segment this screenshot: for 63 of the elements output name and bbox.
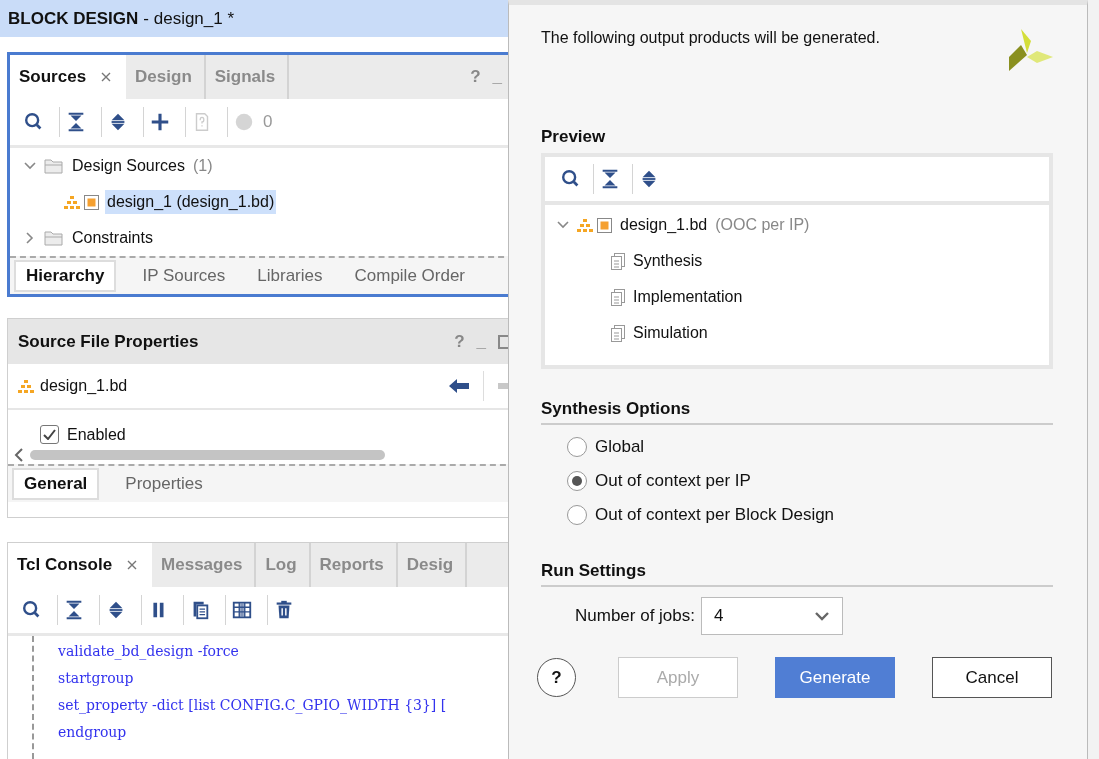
console-line: endgroup: [58, 723, 128, 742]
folder-icon: [44, 157, 64, 175]
dialog-button[interactable]: Cancel: [932, 657, 1052, 698]
window-subtitle: - design_1 *: [143, 8, 235, 29]
radio-button[interactable]: [567, 471, 587, 491]
hierarchy-icon: [64, 194, 80, 209]
radio-button[interactable]: [567, 437, 587, 457]
checkbox-label: Enabled: [67, 425, 126, 444]
tree-item[interactable]: Synthesis: [631, 249, 705, 273]
tree-item[interactable]: Simulation: [631, 321, 710, 345]
item-note: (OOC per IP): [715, 216, 810, 234]
document-icon: [611, 252, 625, 270]
radio-option[interactable]: Out of context per Block Design: [567, 505, 1053, 525]
close-icon[interactable]: [100, 71, 113, 83]
folder-icon: [44, 229, 64, 247]
block-icon: [597, 217, 612, 233]
status-count: 0: [263, 112, 273, 132]
field-label: Number of jobs:: [575, 606, 695, 626]
add-icon[interactable]: [149, 111, 171, 133]
view-tab[interactable]: Hierarchy: [14, 260, 117, 292]
dialog-message: The following output products will be generated.: [541, 29, 880, 48]
back-arrow-icon[interactable]: [449, 379, 469, 393]
scrollbar-thumb[interactable]: [30, 450, 385, 460]
tree-item[interactable]: Design Sources: [70, 154, 187, 178]
document-icon: [611, 324, 625, 342]
radio-option[interactable]: Global: [567, 437, 1053, 457]
panel-title: Source File Properties: [18, 331, 199, 352]
checkmark-icon: [43, 429, 56, 440]
panel-tab[interactable]: Sources: [10, 55, 127, 99]
tree-item[interactable]: Constraints: [70, 226, 155, 250]
view-tab[interactable]: General: [12, 468, 100, 500]
section-title: Preview: [541, 127, 607, 147]
maximize-icon: [498, 334, 508, 349]
hierarchy-icon: [577, 217, 593, 232]
help-button[interactable]: ?: [537, 658, 576, 697]
tree-item[interactable]: Implementation: [631, 285, 745, 309]
item-count: (1): [192, 157, 213, 175]
tree-item[interactable]: design_1 (design_1.bd): [105, 190, 277, 214]
checkbox[interactable]: [40, 425, 59, 444]
file-name: design_1.bd: [40, 377, 128, 395]
view-tab[interactable]: Libraries: [245, 260, 335, 292]
section-title: Synthesis Options: [541, 399, 1053, 425]
block-icon: [84, 194, 99, 210]
view-tab[interactable]: Properties: [113, 468, 215, 500]
dialog-button[interactable]: Generate: [775, 657, 895, 698]
scroll-left-icon: [14, 448, 24, 462]
view-tab[interactable]: Compile Order: [342, 260, 478, 292]
view-tab[interactable]: IP Sources: [130, 260, 238, 292]
chevron-down-icon: [814, 611, 830, 621]
radio-option[interactable]: Out of context per IP: [567, 471, 1053, 491]
close-icon[interactable]: [126, 559, 139, 571]
console-line: startgroup: [58, 669, 135, 688]
panel-tab[interactable]: Tcl Console: [8, 543, 153, 587]
tree-item[interactable]: design_1.bd: [618, 213, 710, 237]
console-line: validate_bd_design -force: [58, 642, 240, 662]
jobs-dropdown[interactable]: 4: [701, 597, 843, 635]
document-icon: [611, 288, 625, 306]
section-title: Run Settings: [541, 561, 1053, 587]
hierarchy-icon: [18, 379, 34, 393]
console-line: set_property -dict [list CONFIG.C_GPIO_WIDTH {3}] [: [58, 696, 448, 716]
radio-button[interactable]: [567, 505, 587, 525]
window-title: BLOCK DESIGN: [8, 8, 139, 29]
columns-icon[interactable]: [231, 599, 253, 621]
